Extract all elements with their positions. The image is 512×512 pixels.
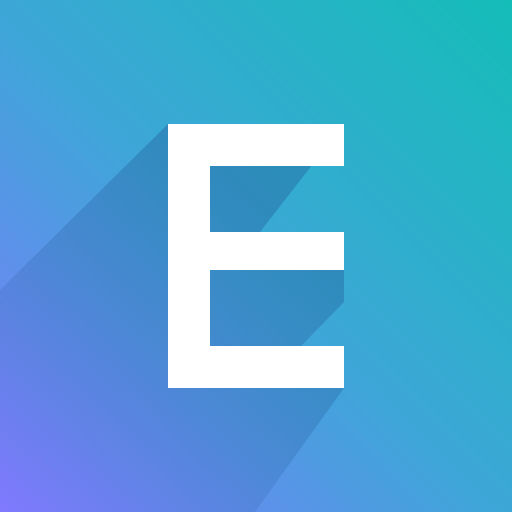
letter-e-middle-bar	[168, 232, 344, 270]
app-icon: E	[0, 0, 512, 512]
letter-e-glyph	[168, 124, 344, 388]
app-icon-graphic: E	[0, 0, 512, 512]
letter-e-bottom-bar	[168, 346, 344, 388]
letter-e-top-bar	[168, 124, 344, 166]
